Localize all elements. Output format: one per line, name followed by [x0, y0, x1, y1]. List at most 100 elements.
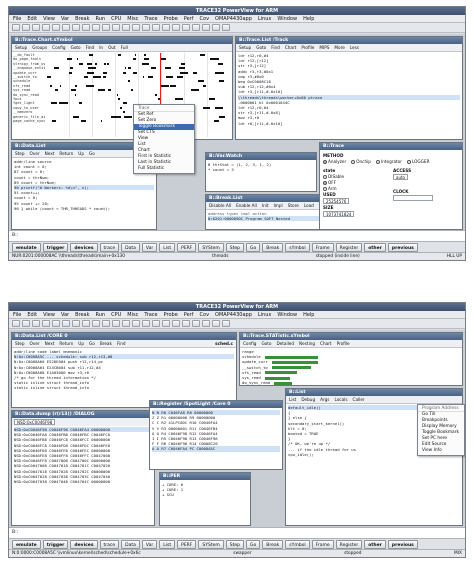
- trace-list-setup-button[interactable]: Setup: [238, 44, 252, 51]
- trace-statistic-window[interactable]: B::Trace.STATistic.sYmbol Config Goto Deta…: [239, 332, 463, 386]
- trace-list-window[interactable]: B::Trace.List /Track Setup Goto Find Chart P…: [235, 36, 463, 140]
- toolbar-button[interactable]: [172, 320, 180, 327]
- command-line[interactable]: B::: [9, 527, 465, 538]
- trace-list-goto-button[interactable]: Goto: [255, 44, 267, 51]
- chart-groups-button[interactable]: Groups: [31, 44, 48, 51]
- data-list-core-window[interactable]: B::Data.List /CORE 0 Step Over Next Return U…: [11, 332, 237, 408]
- menu-window[interactable]: Window: [277, 15, 297, 22]
- statistic-row[interactable]: do_sync_read: [242, 380, 460, 385]
- menu-var[interactable]: Var: [61, 311, 69, 318]
- trace-list-row[interactable]: ldr r0,[r11,#-0x10]: [238, 121, 460, 126]
- toolbar-button[interactable]: [132, 320, 140, 327]
- menu-break[interactable]: Break: [75, 15, 89, 22]
- data-list-core-go-button[interactable]: Go: [88, 340, 96, 347]
- chart-goto-button[interactable]: Goto: [70, 44, 82, 51]
- trace-chart-window[interactable]: B::Trace.Chart.sYmbol Setup Groups Config G…: [11, 36, 233, 140]
- softkey-devices[interactable]: devices: [70, 243, 98, 252]
- trace-config-window[interactable]: B::Trace METHOD Analyzer Onchip Integrator…: [319, 142, 463, 230]
- access-field[interactable]: auto: [393, 174, 409, 180]
- menu-cpu[interactable]: CPU: [111, 311, 121, 318]
- toolbar-button[interactable]: [32, 320, 40, 327]
- context-menu-item[interactable]: Full Statistic: [134, 166, 194, 172]
- chart-full-button[interactable]: Full: [120, 44, 129, 51]
- softkey-register[interactable]: Register: [335, 540, 363, 549]
- softkey-list[interactable]: List: [159, 540, 176, 549]
- peripheral-tree-item[interactable]: + SCU: [162, 492, 248, 497]
- break-list-init-button[interactable]: Init: [261, 202, 270, 209]
- menu-view[interactable]: View: [43, 15, 55, 22]
- softkey-frame[interactable]: Frame: [311, 540, 334, 549]
- menu-cov[interactable]: Cov: [200, 311, 210, 318]
- radio-button[interactable]: [323, 187, 327, 191]
- menu-break[interactable]: Break: [75, 311, 89, 318]
- softkey-step[interactable]: Step: [225, 540, 245, 549]
- menu-help[interactable]: Help: [303, 311, 314, 318]
- softkey-perf[interactable]: PERF: [177, 243, 197, 252]
- softkey-var[interactable]: Var: [141, 243, 158, 252]
- toolbar-button[interactable]: [202, 24, 210, 31]
- menu-misc[interactable]: Misc: [127, 311, 138, 318]
- method-option-analyzer[interactable]: Analyzer: [323, 159, 346, 164]
- statistic-nesting-button[interactable]: Nesting: [298, 340, 316, 347]
- softkey-symbol[interactable]: sYmbol: [285, 243, 310, 252]
- toolbar-button[interactable]: [152, 24, 160, 31]
- menu-window[interactable]: Window: [277, 311, 297, 318]
- softkey-list[interactable]: List: [159, 243, 176, 252]
- toolbar-button[interactable]: [212, 320, 220, 327]
- menu-linux[interactable]: Linux: [258, 15, 271, 22]
- break-list-impl-button[interactable]: Impl: [273, 202, 284, 209]
- menu-file[interactable]: File: [13, 311, 21, 318]
- method-option-integrator[interactable]: Integrator: [375, 159, 402, 164]
- toolbar-button[interactable]: [182, 24, 190, 31]
- data-list-core-break-button[interactable]: Break: [99, 340, 113, 347]
- chart-setup-button[interactable]: Setup: [14, 44, 28, 51]
- toolbar-button[interactable]: [12, 320, 20, 327]
- toolbar-button[interactable]: [82, 320, 90, 327]
- softkey-perf[interactable]: PERF: [177, 540, 197, 549]
- softkey-register[interactable]: Register: [335, 243, 363, 252]
- menu-edit[interactable]: Edit: [27, 311, 37, 318]
- toolbar-button[interactable]: [192, 320, 200, 327]
- memory-row[interactable]: NSD:0xC0047038 C0047048 C004704C 0000000…: [14, 479, 152, 484]
- trace-list-more-button[interactable]: More: [333, 44, 345, 51]
- data-list-return-button[interactable]: Return: [58, 150, 74, 157]
- toolbar-button[interactable]: [62, 24, 70, 31]
- disassembly-line[interactable]: static inline struct thread_info: [14, 385, 234, 390]
- source-list-debug-button[interactable]: Debug: [300, 396, 316, 403]
- softkey-system[interactable]: SYStem: [198, 243, 224, 252]
- softkey-other[interactable]: other: [364, 540, 386, 549]
- var-watch-window[interactable]: B::Var.Watch B thrStat = (1, 2, 3, 1, 2)…: [205, 152, 317, 192]
- menu-perf[interactable]: Perf: [184, 311, 194, 318]
- menu-run[interactable]: Run: [96, 311, 106, 318]
- toolbar-button[interactable]: [42, 320, 50, 327]
- softkey-trigger[interactable]: trigger: [42, 243, 69, 252]
- toolbar-button[interactable]: [32, 24, 40, 31]
- toolbar-button[interactable]: [222, 320, 230, 327]
- context-menu-item[interactable]: View Info: [418, 448, 464, 454]
- data-list-core-next-button[interactable]: Next: [44, 340, 56, 347]
- softkey-other[interactable]: other: [364, 243, 386, 252]
- toolbar-button[interactable]: [42, 24, 50, 31]
- radio-button[interactable]: [323, 160, 327, 164]
- toolbar-button[interactable]: [92, 24, 100, 31]
- toolbar-button[interactable]: [132, 24, 140, 31]
- toolbar-button[interactable]: [72, 24, 80, 31]
- dump-address-field[interactable]: NSD:0xC0046F98: [14, 419, 56, 425]
- chart-config-button[interactable]: Config: [51, 44, 66, 51]
- break-list-load-button[interactable]: Load: [303, 202, 315, 209]
- source-list-caller-button[interactable]: Caller: [352, 396, 366, 403]
- break-list-disable-all-button[interactable]: Disable All: [208, 202, 232, 209]
- peripheral-window[interactable]: B::PER + CORE: 0 + CORE: 1 + SCU: [159, 472, 251, 526]
- toolbar-button[interactable]: [52, 320, 60, 327]
- toolbar-button[interactable]: [112, 320, 120, 327]
- softkey-trace[interactable]: trace: [99, 243, 120, 252]
- break-list-store-button[interactable]: Store: [287, 202, 300, 209]
- softkey-emulate[interactable]: emulate: [12, 540, 41, 549]
- data-list-go-button[interactable]: Go: [88, 150, 96, 157]
- toolbar-button[interactable]: [102, 24, 110, 31]
- softkey-step[interactable]: Step: [225, 243, 245, 252]
- trace-list-find-button[interactable]: Find: [270, 44, 281, 51]
- toolbar-button[interactable]: [72, 320, 80, 327]
- toolbar-button[interactable]: [192, 24, 200, 31]
- softkey-frame[interactable]: Frame: [311, 243, 334, 252]
